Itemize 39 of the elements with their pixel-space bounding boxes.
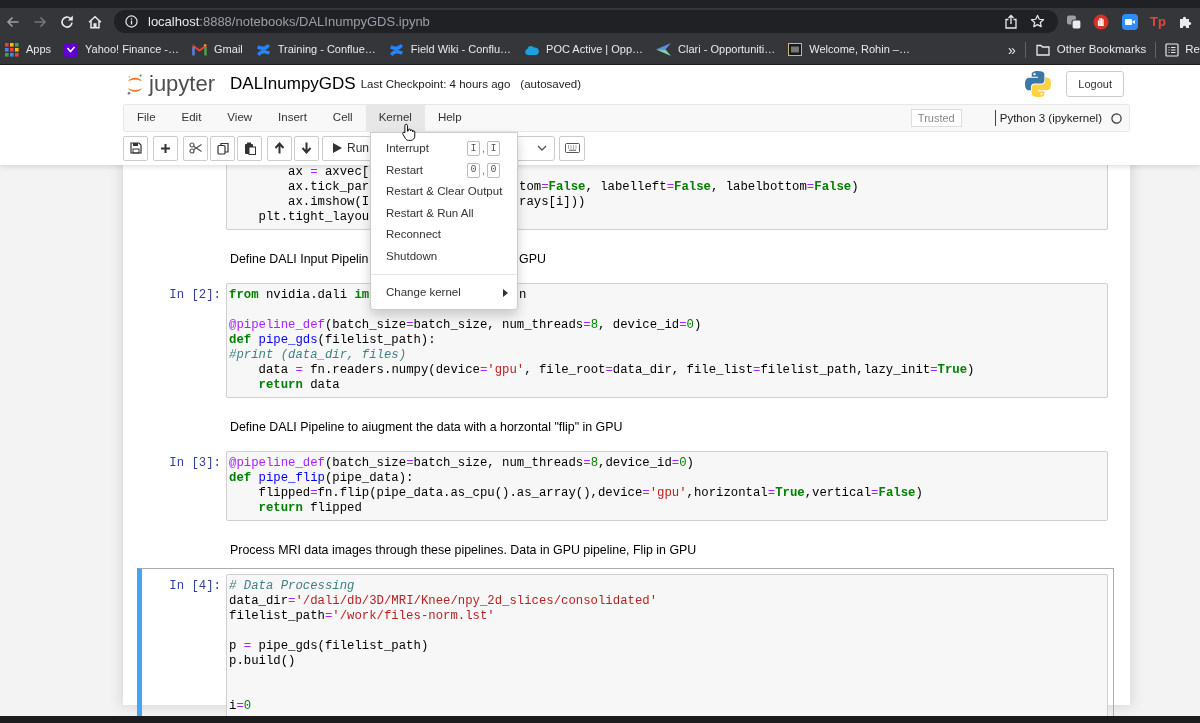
code-text: ax.tick_par <box>288 180 370 194</box>
markdown-text: Process MRI data images through these pipelines. Data in GPU pipeline, Flip in GPU <box>230 543 697 557</box>
code-text: p = pipe_gds(filelist_path) <box>229 639 429 653</box>
markdown-text: Define DALI Input Pipelin <box>230 252 369 266</box>
code-text: from nvidia.dali im <box>229 288 370 302</box>
code-text: tom=False, labelleft=False, labelbottom=False) <box>519 180 859 195</box>
code-text: filelist_path='/work/files-norm.lst' <box>229 609 495 623</box>
code-text: ax.imshow(I <box>288 195 370 209</box>
code-text: def pipe_gds(filelist_path): <box>229 333 436 347</box>
shortcut-key: I <box>487 141 500 157</box>
url-text: localhost:8888/notebooks/DALInumpyGDS.ipynb <box>148 12 430 31</box>
autosave-status: (autosaved) <box>520 77 582 93</box>
shortcut-separator: , <box>481 164 485 176</box>
code-text: # Data Processing <box>229 579 355 593</box>
code-text: @pipeline_def(batch_size=batch_size, num_threads=8, device_id=0) <box>229 318 702 332</box>
code-text: return data <box>258 378 340 392</box>
code-text: @pipeline_def(batch_size=batch_size, num_threads=8,device_id=0) <box>229 456 694 470</box>
code-text: ax = axvec[ <box>288 165 370 179</box>
code-text: i=0 <box>229 699 252 713</box>
code-text: rays[i])) <box>519 195 586 210</box>
shortcut-key: 0 <box>466 162 480 178</box>
cell-prompt: In [4]: <box>169 579 221 593</box>
markdown-text: GPU <box>519 251 546 268</box>
markdown-text: Define DALI Pipeline to aiugment the data with a horzontal "flip" in GPU <box>230 420 623 434</box>
shortcut-key: I <box>466 141 480 157</box>
cell-prompt: In [3]: <box>169 456 221 470</box>
checkpoint-status: Last Checkpoint: 4 hours ago <box>360 77 511 93</box>
shortcut-separator: , <box>481 143 485 155</box>
code-text: data_dir='/dali/db/3D/MRI/Knee/npy_2d_slices/consolidated' <box>229 594 658 608</box>
code-text: n <box>519 288 527 303</box>
code-text: def pipe_flip(pipe_data): <box>229 471 414 485</box>
shortcut-key: 0 <box>487 162 500 178</box>
code-text: plt.tight_layou <box>258 210 370 224</box>
cell-prompt: In [2]: <box>169 288 221 302</box>
code-text: #print (data_dir, files) <box>229 348 407 362</box>
code-text: flipped=fn.flip(pipe_data.as_cpu().as_array(),device='gpu',horizontal=True,vertical=False) <box>258 486 923 500</box>
code-text: p.build() <box>229 654 296 668</box>
code-text: data = fn.readers.numpy(device='gpu', file_root=data_dir, file_list=filelist_path,lazy_init=True) <box>258 363 975 377</box>
code-text: return flipped <box>258 501 362 515</box>
